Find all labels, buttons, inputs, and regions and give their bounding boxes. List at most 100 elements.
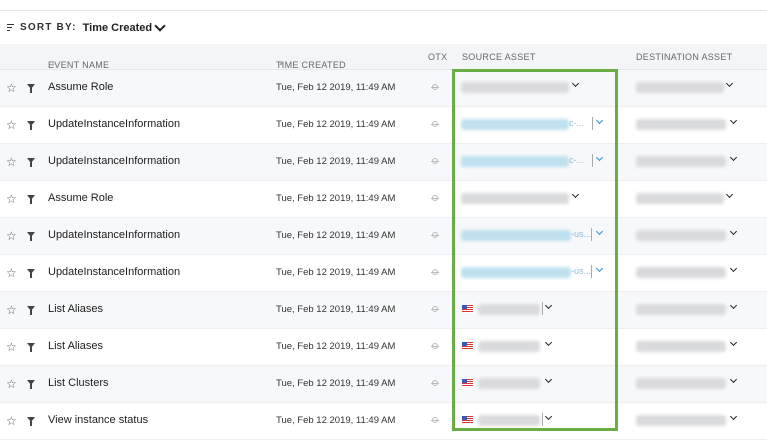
source-asset-redacted[interactable] [478,341,540,352]
column-header-label: EVENT NAME [48,60,110,70]
otx-crosshair-icon[interactable] [431,194,439,202]
destination-asset-redacted[interactable] [636,230,726,241]
star-outline-icon[interactable]: ☆ [6,341,17,353]
event-name[interactable]: Assume Role [48,192,113,204]
source-asset-redacted[interactable] [461,230,571,241]
source-asset-redacted[interactable] [478,415,540,426]
filter-icon[interactable] [27,380,35,389]
event-name[interactable]: UpdateInstanceInformation [48,229,180,241]
table-row[interactable]: ☆ View instance status Tue, Feb 12 2019,… [0,403,767,440]
destination-asset-redacted[interactable] [636,156,726,167]
chevron-down-icon[interactable] [544,338,553,347]
filter-icon[interactable] [27,158,35,167]
table-row[interactable]: ☆ UpdateInstanceInformation Tue, Feb 12 … [0,144,767,181]
us-flag-icon [462,305,473,313]
star-outline-icon[interactable]: ☆ [6,415,17,427]
event-name[interactable]: View instance status [48,414,148,426]
chevron-down-icon[interactable] [729,338,738,347]
filter-icon[interactable] [27,121,35,130]
destination-asset-redacted[interactable] [636,341,726,352]
star-outline-icon[interactable]: ☆ [6,119,17,131]
destination-asset-redacted[interactable] [636,193,724,204]
table-row[interactable]: ☆ List Aliases Tue, Feb 12 2019, 11:49 A… [0,329,767,366]
event-name[interactable]: List Clusters [48,377,109,389]
chevron-down-icon[interactable] [595,227,604,236]
destination-asset-redacted[interactable] [636,119,726,130]
chevron-down-icon[interactable] [729,412,738,421]
chevron-down-icon[interactable] [544,375,553,384]
star-outline-icon[interactable]: ☆ [6,230,17,242]
star-outline-icon[interactable]: ☆ [6,156,17,168]
filter-icon[interactable] [27,306,35,315]
otx-crosshair-icon[interactable] [431,268,439,276]
chevron-down-icon[interactable] [729,264,738,273]
source-asset-suffix: -us... [571,229,592,239]
sort-by-dropdown[interactable]: Time Created [83,22,153,34]
table-row[interactable]: ☆ UpdateInstanceInformation Tue, Feb 12 … [0,107,767,144]
filter-icon[interactable] [27,84,35,93]
sort-bar: SORT BY: Time Created [0,11,767,45]
otx-crosshair-icon[interactable] [431,416,439,424]
chevron-down-icon[interactable] [725,190,734,199]
chevron-down-icon[interactable] [729,116,738,125]
otx-crosshair-icon[interactable] [431,379,439,387]
otx-crosshair-icon[interactable] [431,231,439,239]
chevron-down-icon[interactable] [595,264,604,273]
source-asset-redacted[interactable] [461,156,569,167]
event-name[interactable]: UpdateInstanceInformation [48,118,180,130]
chevron-down-icon[interactable] [595,153,604,162]
destination-asset-redacted[interactable] [636,267,726,278]
chevron-down-icon[interactable] [729,301,738,310]
divider [542,413,543,426]
source-asset-redacted[interactable] [461,82,569,93]
filter-icon[interactable] [27,195,35,204]
event-name[interactable]: List Aliases [48,340,103,352]
table-row[interactable]: ☆ List Aliases Tue, Feb 12 2019, 11:49 A… [0,292,767,329]
otx-crosshair-icon[interactable] [431,120,439,128]
event-name[interactable]: Assume Role [48,81,113,93]
source-asset-redacted[interactable] [461,267,571,278]
source-asset-redacted[interactable] [478,378,540,389]
event-name[interactable]: UpdateInstanceInformation [48,266,180,278]
star-outline-icon[interactable]: ☆ [6,193,17,205]
event-name[interactable]: List Aliases [48,303,103,315]
filter-icon[interactable] [27,343,35,352]
filter-icon[interactable] [27,232,35,241]
chevron-down-icon[interactable] [729,227,738,236]
table-row[interactable]: ☆ UpdateInstanceInformation Tue, Feb 12 … [0,255,767,292]
chevron-down-icon[interactable] [595,116,604,125]
table-row[interactable]: ☆ UpdateInstanceInformation Tue, Feb 12 … [0,218,767,255]
divider [591,265,592,278]
otx-crosshair-icon[interactable] [431,83,439,91]
time-created: Tue, Feb 12 2019, 11:49 AM [276,341,396,352]
chevron-down-icon[interactable] [571,190,580,199]
chevron-down-icon[interactable] [729,375,738,384]
table-row[interactable]: ☆ Assume Role Tue, Feb 12 2019, 11:49 AM [0,70,767,107]
filter-icon[interactable] [27,269,35,278]
table-row[interactable]: ☆ List Clusters Tue, Feb 12 2019, 11:49 … [0,366,767,403]
source-asset-redacted[interactable] [461,193,569,204]
time-created: Tue, Feb 12 2019, 11:49 AM [276,82,396,93]
destination-asset-redacted[interactable] [636,415,726,426]
star-outline-icon[interactable]: ☆ [6,82,17,94]
otx-crosshair-icon[interactable] [431,157,439,165]
chevron-down-icon[interactable] [544,412,553,421]
destination-asset-redacted[interactable] [636,304,726,315]
filter-icon[interactable] [27,417,35,426]
star-outline-icon[interactable]: ☆ [6,304,17,316]
source-asset-redacted[interactable] [461,119,569,130]
destination-asset-redacted[interactable] [636,378,726,389]
chevron-down-icon[interactable] [729,153,738,162]
table-row[interactable]: ☆ Assume Role Tue, Feb 12 2019, 11:49 AM [0,181,767,218]
chevron-down-icon[interactable] [154,19,166,32]
star-outline-icon[interactable]: ☆ [6,378,17,390]
chevron-down-icon[interactable] [725,79,734,88]
event-name[interactable]: UpdateInstanceInformation [48,155,180,167]
source-asset-redacted[interactable] [478,304,540,315]
star-outline-icon[interactable]: ☆ [6,267,17,279]
chevron-down-icon[interactable] [571,79,580,88]
chevron-down-icon[interactable] [544,301,553,310]
destination-asset-redacted[interactable] [636,82,724,93]
otx-crosshair-icon[interactable] [431,342,439,350]
otx-crosshair-icon[interactable] [431,305,439,313]
